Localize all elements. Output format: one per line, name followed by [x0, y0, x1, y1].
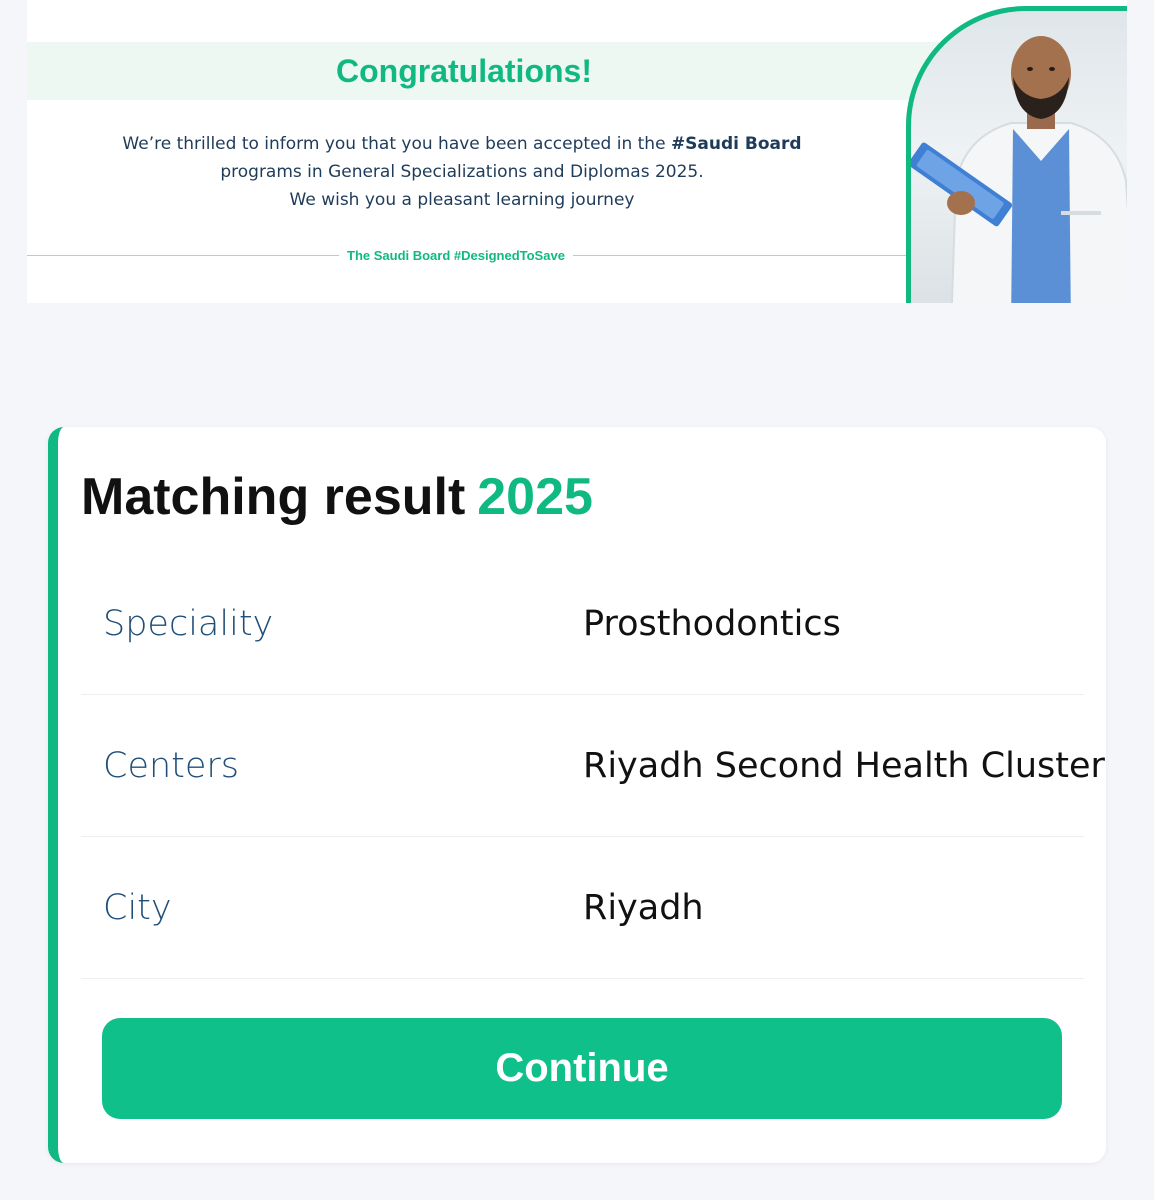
result-row-speciality: Speciality Prosthodontics	[81, 553, 1084, 695]
banner-message: We’re thrilled to inform you that you ha…	[87, 130, 837, 214]
result-row-city: City Riyadh	[81, 837, 1084, 979]
banner-message-line-3: We wish you a pleasant learning journey	[289, 190, 635, 210]
page: Congratulations! We’re thrilled to infor…	[0, 0, 1154, 1200]
continue-button[interactable]: Continue	[102, 1018, 1062, 1119]
banner-footer: The Saudi Board #DesignedToSave	[27, 244, 907, 266]
city-label: City	[103, 888, 172, 928]
speciality-label: Speciality	[103, 604, 274, 644]
city-value: Riyadh	[583, 888, 704, 928]
doctor-photo	[906, 6, 1127, 303]
banner-message-line-1-text: We’re thrilled to inform you that you ha…	[122, 134, 666, 154]
divider-right	[572, 254, 907, 256]
acceptance-banner: Congratulations! We’re thrilled to infor…	[27, 0, 1127, 303]
matching-result-card: Matching result 2025 Speciality Prosthodo…	[48, 427, 1106, 1163]
saudi-board-hashtag: #Saudi Board	[670, 134, 802, 154]
card-title-year: 2025	[477, 468, 593, 526]
banner-tagline: The Saudi Board #DesignedToSave	[347, 247, 565, 263]
divider-left	[27, 254, 339, 256]
result-row-centers: Centers Riyadh Second Health Cluster	[81, 695, 1105, 837]
card-title: Matching result 2025	[81, 467, 593, 527]
centers-value: Riyadh Second Health Cluster	[583, 746, 1105, 786]
banner-title: Congratulations!	[336, 53, 592, 89]
card-title-text: Matching result	[81, 468, 466, 526]
speciality-value: Prosthodontics	[583, 604, 841, 644]
doctor-illustration	[911, 36, 1127, 303]
banner-message-line-2: programs in General Specializations and …	[220, 162, 704, 182]
centers-label: Centers	[103, 746, 240, 786]
banner-message-line-1: We’re thrilled to inform you that you ha…	[87, 130, 837, 158]
